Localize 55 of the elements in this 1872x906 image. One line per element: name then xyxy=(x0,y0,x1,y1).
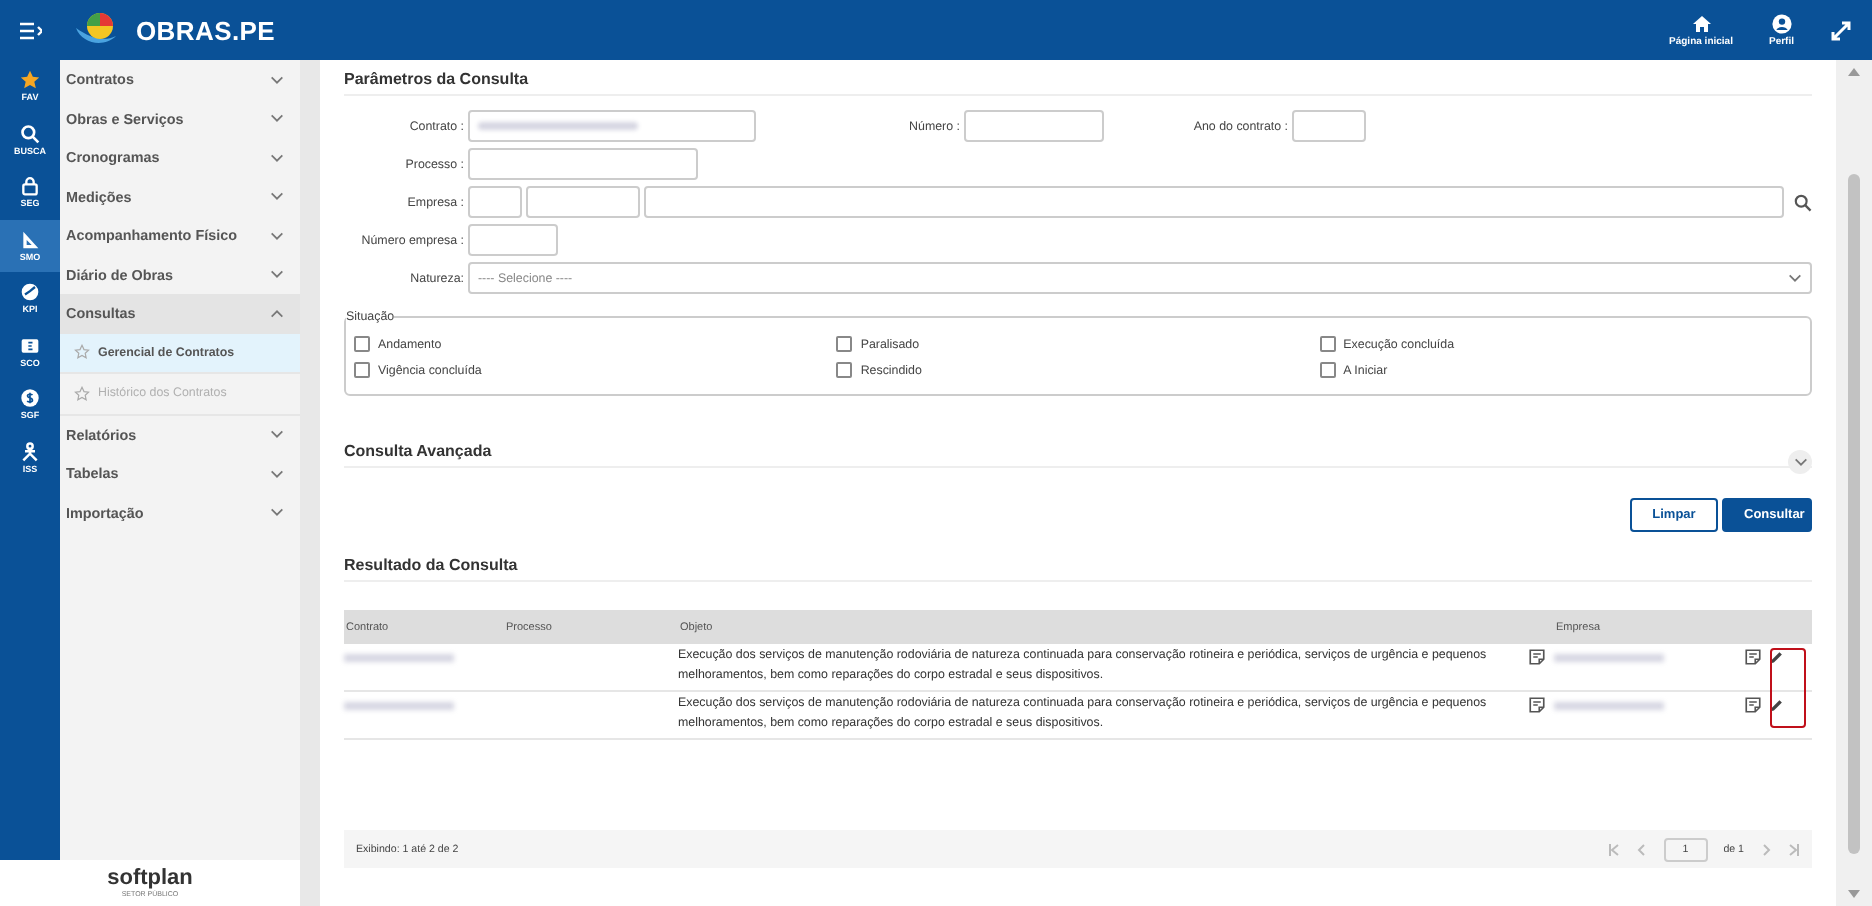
chevron-up-icon xyxy=(270,309,284,318)
collapse-toggle[interactable] xyxy=(1788,450,1812,474)
section-title: Parâmetros da Consulta xyxy=(344,60,1812,96)
search-icon[interactable] xyxy=(1794,193,1812,211)
note-icon[interactable] xyxy=(1744,696,1762,714)
note-icon[interactable] xyxy=(1528,696,1546,714)
section-title: Consulta Avançada xyxy=(344,440,492,464)
chevron-down-icon xyxy=(270,114,284,123)
lock-icon xyxy=(20,176,40,197)
input-field[interactable] xyxy=(468,224,558,256)
checkbox[interactable] xyxy=(1319,336,1336,352)
input-field[interactable] xyxy=(1292,110,1366,142)
checkbox[interactable] xyxy=(1319,362,1336,378)
section-title: Resultado da Consulta xyxy=(344,546,1812,582)
chevron-down-icon xyxy=(270,153,284,162)
home-icon xyxy=(1691,13,1711,33)
search-icon xyxy=(20,123,40,144)
checkbox[interactable] xyxy=(836,336,853,352)
app-title: OBRAS.PE xyxy=(136,15,278,45)
note-icon[interactable] xyxy=(1528,648,1546,666)
scroll-down-icon[interactable] xyxy=(1848,890,1860,898)
chevron-down-icon xyxy=(270,231,284,240)
input-field[interactable] xyxy=(526,186,640,218)
scrollbar-thumb[interactable] xyxy=(1848,173,1860,853)
chevron-down-icon xyxy=(1788,274,1802,282)
brand-logo-text: softplan xyxy=(107,868,193,890)
chevron-down-icon xyxy=(270,469,284,478)
checkbox[interactable] xyxy=(354,336,370,352)
star-icon xyxy=(20,70,40,91)
pencil-icon[interactable] xyxy=(1768,698,1784,714)
input-field[interactable] xyxy=(644,186,1784,218)
star-icon xyxy=(74,385,90,402)
input-field[interactable] xyxy=(964,110,1104,142)
checkbox[interactable] xyxy=(836,362,853,378)
input-field[interactable] xyxy=(468,148,698,180)
user-icon xyxy=(1771,13,1792,33)
expand-icon[interactable] xyxy=(1830,19,1852,41)
ruler-icon xyxy=(20,229,40,250)
coin-icon xyxy=(20,388,40,409)
input-field[interactable] xyxy=(468,186,522,218)
chevron-down-icon xyxy=(270,192,284,201)
chevron-down-icon xyxy=(270,270,284,279)
note-icon[interactable] xyxy=(1744,648,1762,666)
chevron-down-icon xyxy=(270,508,284,517)
input-field[interactable] xyxy=(468,110,756,142)
gauge-icon xyxy=(20,282,40,303)
chevron-down-icon xyxy=(270,75,284,84)
chevron-down-icon xyxy=(1793,458,1807,466)
checkbox[interactable] xyxy=(354,362,370,378)
menu-icon xyxy=(19,21,41,39)
scroll-up-icon[interactable] xyxy=(1848,68,1860,76)
chevron-down-icon xyxy=(270,430,284,439)
pencil-icon[interactable] xyxy=(1768,650,1784,666)
person-icon xyxy=(20,441,40,462)
star-icon xyxy=(74,344,90,361)
